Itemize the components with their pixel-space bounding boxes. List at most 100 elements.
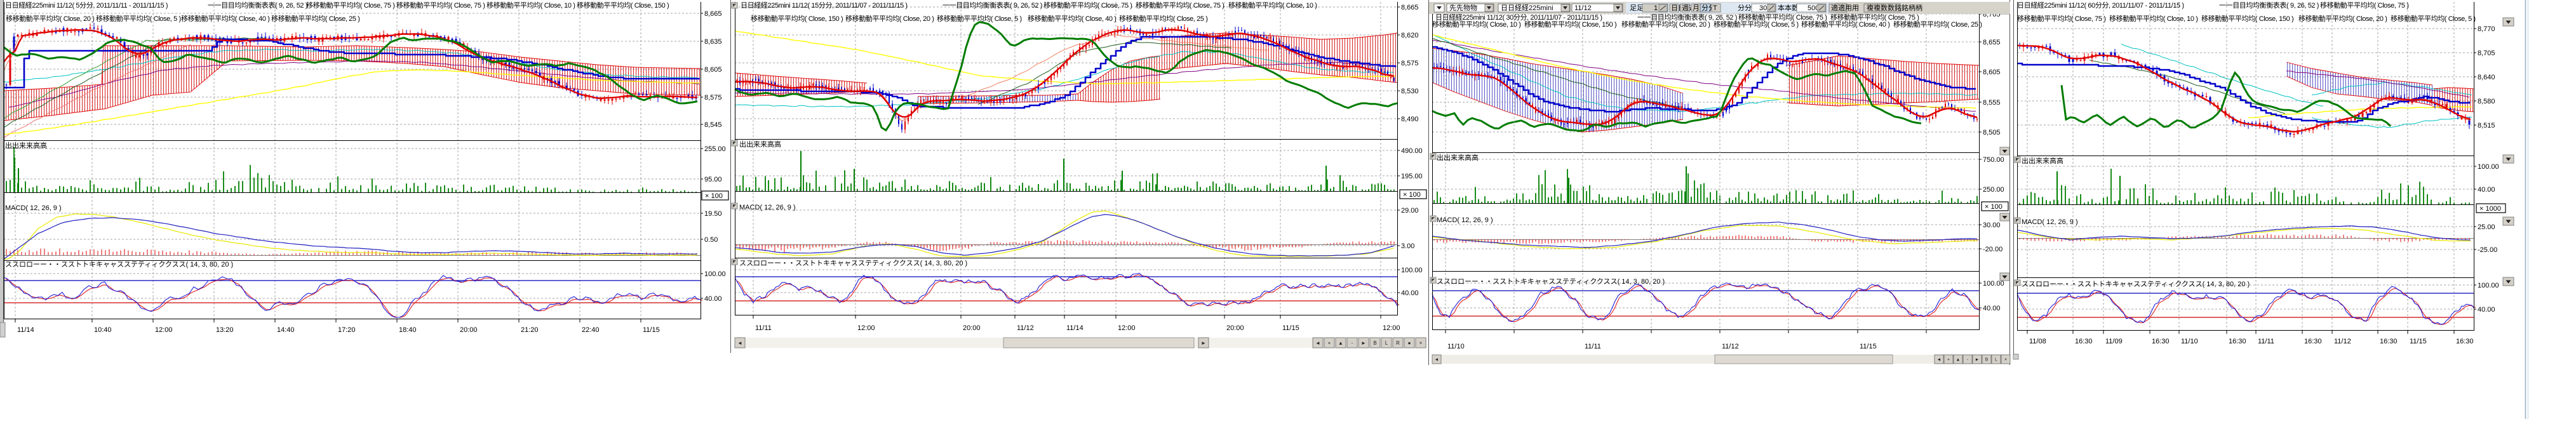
- svg-text:11/14: 11/14: [1066, 324, 1083, 332]
- svg-text:11/14: 11/14: [17, 326, 34, 334]
- svg-text:100.00: 100.00: [1401, 267, 1423, 274]
- svg-text:►: ►: [1975, 358, 1980, 362]
- svg-text:8,530: 8,530: [1401, 88, 1419, 95]
- svg-text:25.00: 25.00: [2478, 223, 2495, 231]
- svg-text:L: L: [1995, 358, 1997, 362]
- svg-text:8,605: 8,605: [704, 66, 722, 74]
- svg-text:11/09: 11/09: [2105, 338, 2123, 345]
- svg-text:移移動動平平均均( Close, 5 ): 移移動動平平均均( Close, 5 ): [2391, 14, 2476, 23]
- svg-text:8,545: 8,545: [704, 121, 722, 129]
- svg-text:複複数数銘銘柄柄: 複複数数銘銘柄柄: [1867, 3, 1922, 12]
- svg-text:11/11: 11/11: [1585, 343, 1601, 350]
- svg-text:16:30: 16:30: [2229, 338, 2246, 345]
- svg-text:移移動動平平均均( Close, 20 ): 移移動動平平均均( Close, 20 ): [2298, 14, 2387, 23]
- svg-text:11/12: 11/12: [1574, 4, 1592, 12]
- svg-text:MACD( 12, 26, 9 ): MACD( 12, 26, 9 ): [1437, 216, 1493, 224]
- svg-text:11/12: 11/12: [2334, 338, 2351, 345]
- svg-text:20:00: 20:00: [1226, 324, 1244, 332]
- svg-text:▲: ▲: [1338, 340, 1343, 346]
- svg-text:11/10: 11/10: [2181, 338, 2198, 345]
- svg-text:先先物物: 先先物物: [1449, 3, 1477, 12]
- svg-text:8,575: 8,575: [1401, 60, 1419, 67]
- svg-text:►: ►: [1201, 340, 1206, 346]
- svg-text:足足: 足足: [1630, 4, 1644, 12]
- svg-text:日日経経225mini 11/12( 5分分, 2011/1: 日日経経225mini 11/12( 5分分, 2011/11/11 - 201…: [5, 1, 168, 10]
- svg-text:移移動動平平均均( Close, 75 ): 移移動動平平均均( Close, 75 ): [2320, 1, 2409, 10]
- svg-text:▲: ▲: [1956, 358, 1961, 362]
- svg-text:移移動動平平均均( Close, 150 ): 移移動動平平均均( Close, 150 ): [2201, 14, 2293, 23]
- svg-text:L: L: [1385, 340, 1388, 346]
- svg-text:MACD( 12, 26, 9 ): MACD( 12, 26, 9 ): [2022, 218, 2078, 226]
- svg-text:20:00: 20:00: [963, 324, 981, 332]
- svg-text:ススロローー・・スストトキキャャスステティィククスス( 14: ススロローー・・スストトキキャャスステティィククスス( 14, 3, 80, 2…: [739, 259, 967, 267]
- svg-text:12:00: 12:00: [1383, 324, 1400, 332]
- svg-text:100.00: 100.00: [704, 270, 726, 278]
- svg-text:8,580: 8,580: [2478, 98, 2495, 105]
- svg-text:14:40: 14:40: [277, 326, 295, 334]
- svg-text:8,705: 8,705: [2478, 50, 2495, 57]
- svg-text:T: T: [1713, 4, 1717, 12]
- svg-text:移移動動平平均均( Close, 5 ): 移移動動平平均均( Close, 5 ): [96, 14, 181, 23]
- svg-text:移移動動平平均均( Close, 150 ): 移移動動平平均均( Close, 150 ): [1524, 20, 1616, 29]
- svg-text:移移動動平平均均( Close, 75 ): 移移動動平平均均( Close, 75 ): [1043, 1, 1132, 10]
- svg-text:8,575: 8,575: [704, 94, 722, 102]
- svg-text:195.00: 195.00: [1401, 173, 1423, 180]
- svg-text:適適用用: 適適用用: [1831, 3, 1859, 12]
- svg-text:12:00: 12:00: [1118, 324, 1136, 332]
- svg-text:× 100: × 100: [1403, 191, 1421, 199]
- svg-text:日日経経225mini 11/12( 15分分, 2011/: 日日経経225mini 11/12( 15分分, 2011/11/07 - 20…: [741, 1, 908, 10]
- svg-text:11/11: 11/11: [2258, 338, 2274, 345]
- svg-text:移移動動平平均均( Close, 75 ): 移移動動平平均均( Close, 75 ): [2017, 14, 2106, 23]
- svg-text:◄: ◄: [737, 340, 742, 346]
- svg-text:11/12: 11/12: [1722, 343, 1739, 350]
- svg-text:0.50: 0.50: [704, 236, 718, 244]
- svg-text:ススロローー・・スストトキキャャスステティィククスス( 14: ススロローー・・スストトキキャャスステティィククスス( 14, 3, 80, 2…: [1437, 277, 1665, 286]
- svg-text:255.00: 255.00: [704, 145, 726, 153]
- svg-text:-: -: [1352, 340, 1353, 346]
- svg-text:16:30: 16:30: [2152, 338, 2170, 345]
- svg-text:40.00: 40.00: [1983, 305, 2001, 312]
- svg-text:MACD( 12, 26, 9 ): MACD( 12, 26, 9 ): [5, 204, 62, 212]
- svg-text:250.00: 250.00: [1983, 186, 2004, 194]
- svg-text:16:30: 16:30: [2075, 338, 2093, 345]
- svg-text:10:40: 10:40: [94, 326, 112, 334]
- svg-text:移移動動平平均均( Close, 40 ): 移移動動平平均均( Close, 40 ): [1801, 20, 1890, 29]
- svg-text:11/15: 11/15: [2410, 338, 2427, 345]
- svg-text:11/15: 11/15: [643, 326, 660, 334]
- svg-text:一一目目均均衡衡表表( 9, 26, 52 ): 一一目目均均衡衡表表( 9, 26, 52 ): [2219, 1, 2319, 10]
- svg-text:◄: ◄: [1937, 358, 1942, 362]
- svg-text:×: ×: [1419, 340, 1423, 346]
- svg-text:11/15: 11/15: [1282, 324, 1299, 332]
- svg-text:B: B: [1373, 340, 1376, 346]
- svg-text:+: +: [1947, 358, 1950, 362]
- svg-text:40.00: 40.00: [2478, 186, 2495, 194]
- svg-text:-25.00: -25.00: [2478, 246, 2497, 254]
- svg-text:移移動動平平均均( Close, 150 ): 移移動動平平均均( Close, 150 ): [577, 1, 669, 10]
- svg-text:-20.00: -20.00: [1983, 246, 2002, 253]
- svg-text:22:40: 22:40: [582, 326, 600, 334]
- svg-text:100.00: 100.00: [2478, 163, 2499, 171]
- svg-text:●: ●: [1408, 340, 1411, 346]
- svg-text:移移動動平平均均( Close, 75 ): 移移動動平平均均( Close, 75 ): [396, 1, 485, 10]
- svg-text:8,490: 8,490: [1401, 116, 1419, 123]
- svg-text:8,665: 8,665: [1401, 4, 1419, 11]
- svg-text:12:00: 12:00: [155, 326, 173, 334]
- svg-text:一一目目均均衡衡表表( 9, 26, 52 ): 一一目目均均衡衡表表( 9, 26, 52 ): [1637, 13, 1737, 22]
- svg-text:+: +: [1328, 340, 1331, 346]
- svg-text:移移動動平平均均( Close, 40 ): 移移動動平平均均( Close, 40 ): [181, 14, 270, 23]
- svg-text:100.00: 100.00: [1983, 280, 2004, 288]
- svg-text:8,505: 8,505: [1983, 129, 2001, 136]
- svg-text:40.00: 40.00: [1401, 289, 1419, 297]
- svg-text:750.00: 750.00: [1983, 156, 2004, 164]
- svg-text:出出来来高高: 出出来来高高: [1437, 153, 1479, 162]
- svg-text:16:30: 16:30: [2304, 338, 2322, 345]
- svg-text:MACD( 12, 26, 9 ): MACD( 12, 26, 9 ): [739, 204, 796, 211]
- svg-text:出出来来高高: 出出来来高高: [5, 141, 47, 150]
- svg-text:移移動動平平均均( Close, 40 ): 移移動動平平均均( Close, 40 ): [1028, 14, 1117, 23]
- svg-text:移移動動平平均均( Close, 5 ): 移移動動平平均均( Close, 5 ): [937, 14, 1022, 23]
- svg-text:ススロローー・・スストトキキャャスステティィククスス( 14: ススロローー・・スストトキキャャスステティィククスス( 14, 3, 80, 2…: [5, 260, 233, 268]
- svg-text:30.00: 30.00: [1983, 222, 2001, 229]
- svg-text:◄: ◄: [1435, 358, 1439, 362]
- svg-text:移移動動平平均均( Close, 25 ): 移移動動平平均均( Close, 25 ): [271, 14, 360, 23]
- svg-text:16:30: 16:30: [2456, 338, 2474, 345]
